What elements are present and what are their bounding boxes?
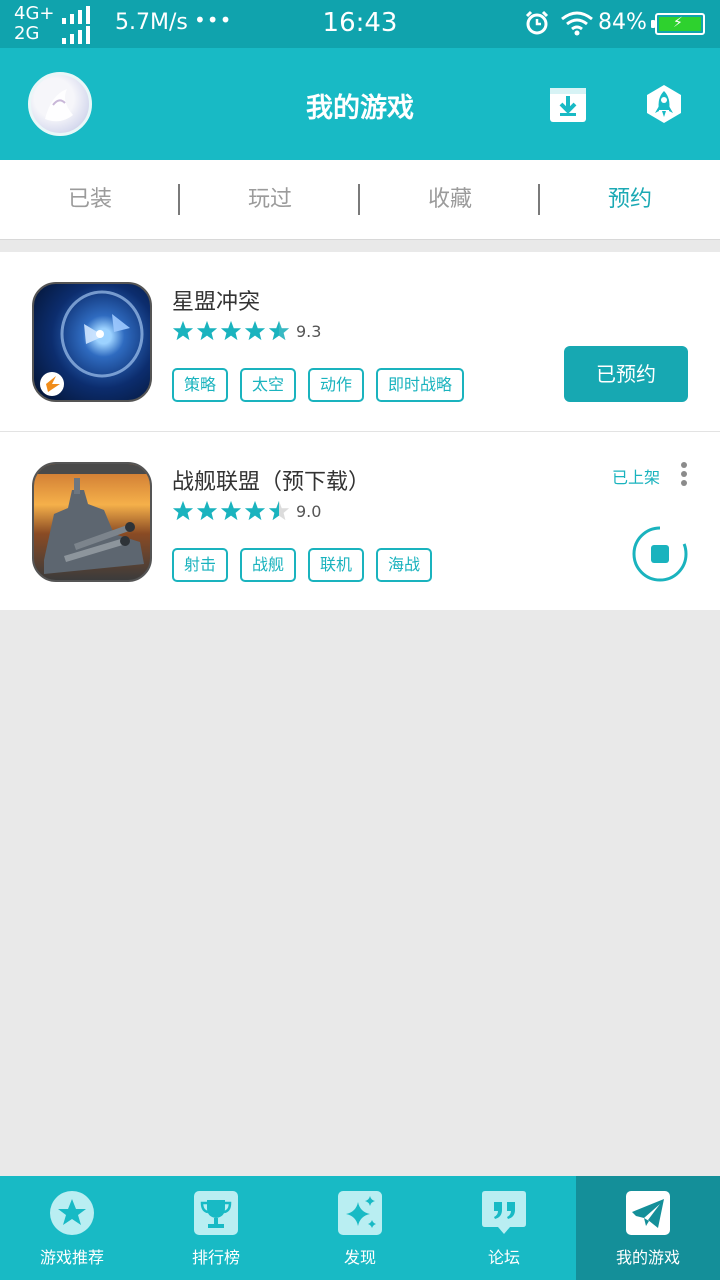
game-tag[interactable]: 联机: [308, 548, 365, 582]
game-artwork: [34, 464, 150, 574]
tab-played[interactable]: 玩过: [180, 160, 360, 240]
wifi-icon: [561, 11, 593, 36]
star-icon: [220, 500, 242, 521]
star-rating: [172, 500, 292, 522]
app-header: 我的游戏: [0, 48, 720, 160]
list-item[interactable]: 战舰联盟（预下载） 9.0 射击 战舰 联机 海战 已上架: [0, 431, 720, 610]
game-tag[interactable]: 动作: [308, 368, 365, 402]
nav-item-my-games[interactable]: 我的游戏: [576, 1176, 720, 1280]
tag-list: 策略 太空 动作 即时战略: [172, 368, 476, 402]
nav-label: 排行榜: [191, 1248, 240, 1267]
alarm-icon: [525, 10, 549, 35]
star-icon: [172, 320, 194, 341]
sparkle-icon: [338, 1191, 382, 1235]
star-icon: [244, 500, 266, 521]
nav-item-forum[interactable]: 论坛: [432, 1176, 576, 1280]
star-icon: [244, 320, 266, 341]
game-name: 星盟冲突: [172, 290, 261, 315]
more-options-icon[interactable]: [676, 462, 692, 492]
tag-list: 射击 战舰 联机 海战: [172, 548, 444, 582]
nav-item-recommended[interactable]: 游戏推荐: [0, 1176, 144, 1280]
nav-label: 游戏推荐: [39, 1248, 104, 1267]
battery-icon: ⚡: [651, 13, 705, 35]
star-half-icon: [268, 500, 290, 521]
page-title: 我的游戏: [306, 93, 414, 124]
game-name: 战舰联盟（预下载）: [172, 470, 371, 495]
nav-item-rankings[interactable]: 排行榜: [144, 1176, 288, 1280]
game-tag[interactable]: 策略: [172, 368, 229, 402]
game-tag[interactable]: 即时战略: [376, 368, 465, 402]
game-list: 星盟冲突 9.3 策略太空动作即时战略 已预约 战舰联盟（预下载） 9.0: [0, 252, 720, 610]
battery-percent: 84%: [598, 10, 647, 35]
rating-value: 9.0: [296, 502, 322, 521]
game-icon[interactable]: [32, 462, 152, 582]
game-tag[interactable]: 太空: [240, 368, 297, 402]
star-icon: [220, 320, 242, 341]
tab-favorites[interactable]: 收藏: [360, 160, 540, 240]
nav-label: 我的游戏: [615, 1248, 680, 1267]
star-half-icon: [268, 320, 290, 341]
tab-bar: 已装 玩过 收藏 预约: [0, 160, 720, 240]
bottom-nav: 游戏推荐 排行榜 发现 论坛 我的游戏: [0, 1176, 720, 1280]
nav-label: 发现: [343, 1248, 376, 1267]
reserved-button[interactable]: 已预约: [564, 346, 688, 402]
star-icon: [196, 320, 218, 341]
rating-value: 9.3: [296, 322, 322, 341]
star-icon: [172, 500, 194, 521]
nav-label: 论坛: [487, 1248, 520, 1267]
game-artwork: [40, 290, 144, 396]
star-icon: [196, 500, 218, 521]
status-bar: 4G+ 2G 5.7M/s ••• 16:43 84% ⚡: [0, 0, 720, 48]
game-tag[interactable]: 海战: [376, 548, 433, 582]
rocket-icon[interactable]: [644, 84, 684, 124]
star-icon: [50, 1191, 94, 1235]
trophy-icon: [194, 1191, 238, 1235]
star-rating: [172, 320, 292, 342]
list-item[interactable]: 星盟冲突 9.3 策略 太空 动作 即时战略 已预约: [0, 252, 720, 431]
download-manager-icon[interactable]: [548, 84, 588, 124]
game-tag[interactable]: 战舰: [240, 548, 297, 582]
game-tag[interactable]: 射击: [172, 548, 229, 582]
status-badge: 已上架: [612, 468, 661, 487]
game-icon[interactable]: [32, 282, 152, 402]
nav-item-discover[interactable]: 发现: [288, 1176, 432, 1280]
stop-download-icon[interactable]: [632, 526, 688, 582]
tab-installed[interactable]: 已装: [0, 160, 180, 240]
quote-icon: [482, 1191, 526, 1234]
paper-plane-icon: [626, 1191, 670, 1235]
tab-reservations[interactable]: 预约: [540, 160, 720, 240]
